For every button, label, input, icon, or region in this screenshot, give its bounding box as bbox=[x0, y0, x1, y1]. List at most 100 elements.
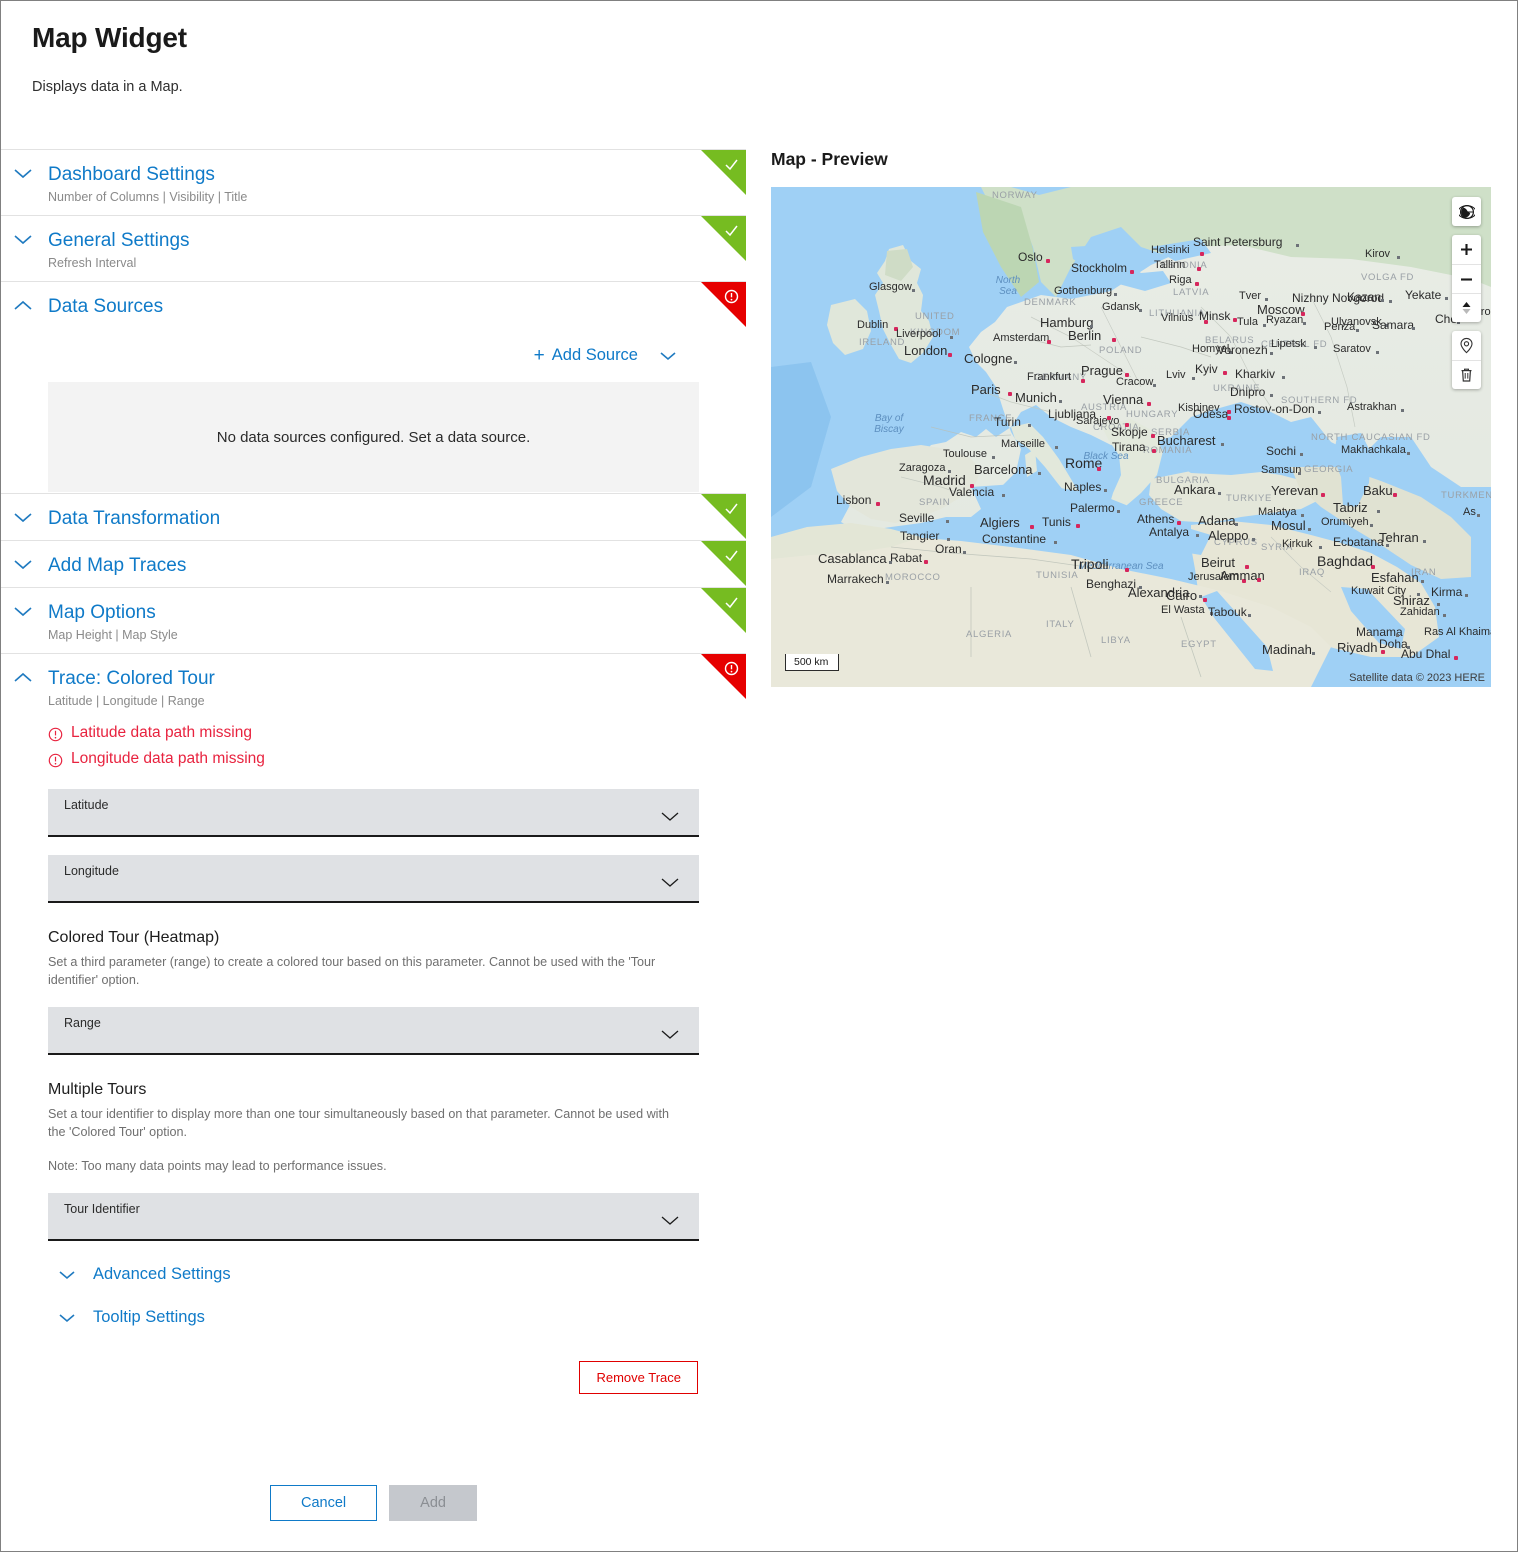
zoom-out-icon[interactable] bbox=[1452, 264, 1481, 293]
tooltip-settings-label: Tooltip Settings bbox=[93, 1308, 205, 1326]
city-marker-small bbox=[1401, 408, 1405, 412]
map-city-label: Dublin bbox=[857, 320, 899, 331]
city-marker-small bbox=[1312, 652, 1316, 656]
city-marker-small bbox=[1251, 538, 1255, 542]
map-city-label: Marseille bbox=[1001, 439, 1059, 450]
city-marker-major bbox=[1030, 525, 1035, 530]
city-marker-major bbox=[1202, 598, 1207, 603]
cancel-button[interactable]: Cancel bbox=[270, 1485, 378, 1521]
basemap-globe-icon[interactable] bbox=[1452, 197, 1481, 226]
remove-trace-row: Remove Trace bbox=[48, 1361, 699, 1394]
chevron-up-icon[interactable] bbox=[12, 298, 34, 312]
chevron-down-icon[interactable] bbox=[12, 604, 34, 618]
map-city-label: Kirma bbox=[1431, 586, 1469, 598]
chevron-down-icon[interactable] bbox=[57, 1311, 77, 1324]
range-select[interactable]: Range bbox=[48, 1007, 699, 1055]
section-data-sources: Data Sources + Add Source No data source… bbox=[1, 281, 746, 492]
section-header-general-settings[interactable]: General Settings Refresh Interval bbox=[1, 216, 746, 281]
data-sources-body: + Add Source No data sources configured.… bbox=[1, 328, 746, 492]
country-label: TURKIYE bbox=[1226, 493, 1273, 504]
chevron-down-icon[interactable] bbox=[12, 510, 34, 524]
page-title: Map Widget bbox=[32, 22, 187, 53]
city-marker-small bbox=[1443, 613, 1447, 617]
longitude-select[interactable]: Longitude bbox=[48, 855, 699, 903]
chevron-down-icon[interactable] bbox=[12, 557, 34, 571]
map-city-label: Antalya bbox=[1149, 526, 1199, 538]
map-city-label: Frankfurt bbox=[1027, 372, 1086, 383]
map-city-label: Tabouk bbox=[1208, 606, 1252, 618]
city-marker-major bbox=[1321, 493, 1326, 498]
add-source-label: Add Source bbox=[551, 346, 638, 364]
city-marker-major bbox=[1146, 402, 1151, 407]
map-city-label: Minsk bbox=[1199, 310, 1238, 323]
section-header-dashboard-settings[interactable]: Dashboard Settings Number of Columns | V… bbox=[1, 150, 746, 215]
country-label: MOROCCO bbox=[885, 572, 941, 583]
city-marker-small bbox=[1477, 513, 1481, 517]
city-marker-small bbox=[1116, 510, 1120, 514]
section-data-transformation: Data Transformation bbox=[1, 493, 746, 540]
tilt-icon[interactable] bbox=[1452, 293, 1481, 322]
city-marker-small bbox=[1396, 255, 1400, 259]
latitude-select[interactable]: Latitude bbox=[48, 789, 699, 837]
tooltip-settings-toggle[interactable]: Tooltip Settings bbox=[48, 1308, 699, 1327]
city-marker-small bbox=[1001, 494, 1005, 498]
data-sources-empty-state: No data sources configured. Set a data s… bbox=[48, 382, 699, 492]
error-exclamation-icon bbox=[724, 289, 739, 304]
check-icon bbox=[724, 501, 739, 516]
map-city-label: Saratov bbox=[1333, 344, 1380, 355]
zoom-in-icon[interactable] bbox=[1452, 235, 1481, 264]
chevron-down-icon[interactable] bbox=[12, 232, 34, 246]
map-city-label: Lipetsk bbox=[1271, 339, 1318, 350]
city-marker-small bbox=[1195, 534, 1199, 538]
city-marker-small bbox=[1058, 400, 1062, 404]
remove-trace-button[interactable]: Remove Trace bbox=[579, 1361, 698, 1394]
map-city-label: Zahidan bbox=[1400, 607, 1447, 618]
tour-identifier-select[interactable]: Tour Identifier bbox=[48, 1193, 699, 1241]
add-source-button[interactable]: + Add Source bbox=[534, 346, 638, 365]
city-marker-small bbox=[1319, 545, 1323, 549]
section-header-map-options[interactable]: Map Options Map Height | Map Style bbox=[1, 588, 746, 653]
advanced-settings-toggle[interactable]: Advanced Settings bbox=[48, 1265, 699, 1284]
trash-icon[interactable] bbox=[1452, 360, 1481, 389]
map-city-label: Beirut bbox=[1201, 556, 1249, 570]
chevron-up-icon[interactable] bbox=[12, 670, 34, 684]
map-city-label: Odesa bbox=[1193, 408, 1232, 421]
chevron-down-icon[interactable] bbox=[12, 166, 34, 180]
section-header-add-map-traces[interactable]: Add Map Traces bbox=[1, 541, 746, 587]
settings-panel: Dashboard Settings Number of Columns | V… bbox=[1, 149, 746, 1416]
city-marker-small bbox=[1445, 297, 1449, 301]
chevron-down-icon[interactable] bbox=[659, 1214, 681, 1227]
map-city-label: Oslo bbox=[1018, 251, 1050, 264]
status-badge-ok bbox=[701, 588, 746, 633]
chevron-down-icon[interactable] bbox=[658, 349, 678, 362]
map-city-label: Saint Petersburg bbox=[1193, 236, 1299, 248]
map-city-label: Rome bbox=[1065, 455, 1103, 471]
country-label: ALGERIA bbox=[966, 629, 1013, 640]
city-marker-major bbox=[1130, 270, 1135, 275]
location-pin-icon[interactable] bbox=[1452, 331, 1481, 360]
map-city-label: Algiers bbox=[980, 516, 1035, 530]
validation-error-latitude: Latitude data path missing bbox=[48, 721, 699, 745]
range-label: Range bbox=[64, 1016, 101, 1030]
city-marker-small bbox=[1376, 510, 1380, 514]
chevron-down-icon[interactable] bbox=[659, 876, 681, 889]
chevron-down-icon[interactable] bbox=[57, 1268, 77, 1281]
latitude-label: Latitude bbox=[64, 798, 109, 812]
error-exclamation-icon bbox=[724, 661, 739, 676]
chevron-down-icon[interactable] bbox=[659, 1028, 681, 1041]
preview-panel: Map - Preview North Sea Bay of Biscay Bl… bbox=[771, 149, 1491, 687]
check-icon bbox=[724, 548, 739, 563]
section-header-data-sources[interactable]: Data Sources bbox=[1, 282, 746, 328]
map-city-label: Cracow bbox=[1116, 377, 1157, 388]
map-city-label: Tula bbox=[1237, 317, 1266, 328]
section-header-trace-colored-tour[interactable]: Trace: Colored Tour Latitude | Longitude… bbox=[1, 654, 746, 719]
check-icon bbox=[724, 157, 739, 172]
city-marker-small bbox=[991, 455, 995, 459]
city-marker-small bbox=[1248, 614, 1252, 618]
map-preview[interactable]: North Sea Bay of Biscay Black Sea Mediterr… bbox=[771, 187, 1491, 687]
section-title: Data Transformation bbox=[48, 508, 221, 529]
chevron-down-icon[interactable] bbox=[659, 810, 681, 823]
section-header-data-transformation[interactable]: Data Transformation bbox=[1, 494, 746, 540]
map-city-label: Lviv bbox=[1166, 370, 1195, 381]
city-marker-small bbox=[1303, 321, 1307, 325]
